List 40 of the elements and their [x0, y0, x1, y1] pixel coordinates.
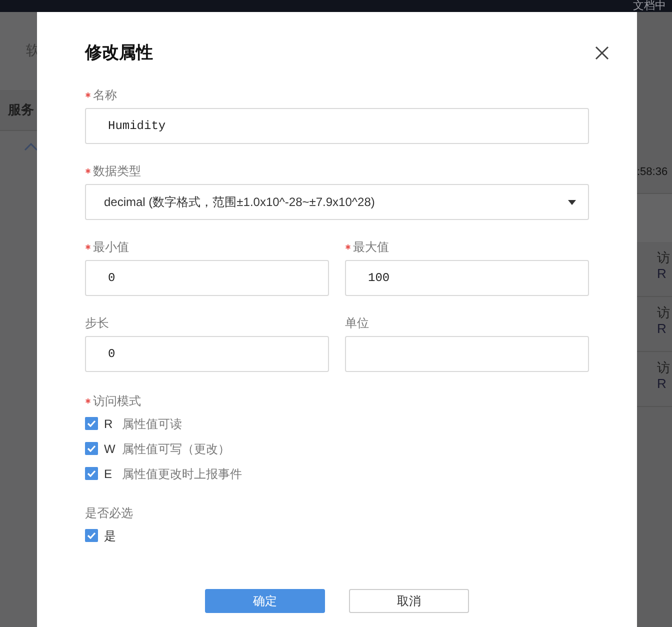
checkbox[interactable]: [85, 529, 98, 542]
field-label: 数据类型: [93, 163, 141, 180]
option-label: 是: [104, 528, 116, 544]
checkbox[interactable]: [85, 442, 98, 455]
cell-value: R: [657, 321, 668, 337]
field-label: 步长: [85, 315, 109, 332]
column-label: 访: [657, 250, 671, 266]
option-code: W: [104, 440, 116, 458]
caret-icon: [568, 200, 576, 204]
checkbox[interactable]: [85, 467, 98, 480]
input-field[interactable]: Humidity: [85, 108, 589, 144]
time-text: :58:36: [637, 165, 668, 180]
checkbox[interactable]: [85, 417, 98, 430]
input-field[interactable]: [345, 336, 589, 372]
input-field[interactable]: 100: [345, 260, 589, 296]
cancel-button[interactable]: 取消: [349, 589, 469, 613]
input-field[interactable]: 0: [85, 260, 329, 296]
cell-value: R: [657, 376, 668, 392]
chevron-up-icon[interactable]: [24, 143, 38, 151]
dialog-title: 修改属性: [85, 42, 153, 64]
field-label: 最小值: [93, 239, 129, 256]
option-code: R: [104, 416, 114, 432]
field-label: 访问模式: [93, 393, 141, 410]
option-code: E: [104, 466, 114, 482]
option-label: 属性值可写（更改）: [122, 440, 230, 458]
select-field[interactable]: decimal (数字格式，范围±1.0x10^-28~±7.9x10^28): [85, 184, 589, 220]
column-label: 访: [657, 360, 671, 376]
section-title: 服务: [8, 102, 34, 117]
option-label: 属性值可读: [122, 416, 182, 432]
close-icon[interactable]: [595, 46, 609, 60]
field-label: 是否必选: [85, 505, 133, 522]
option-label: 属性值更改时上报事件: [122, 466, 242, 482]
cell-value: R: [657, 266, 668, 282]
column-label: 访: [657, 305, 671, 321]
field-label: 单位: [345, 315, 369, 332]
field-label: 最大值: [353, 239, 389, 256]
input-field[interactable]: 0: [85, 336, 329, 372]
field-label: 名称: [93, 87, 117, 104]
row-background: [637, 194, 672, 242]
header-link[interactable]: 文档中: [633, 0, 666, 12]
